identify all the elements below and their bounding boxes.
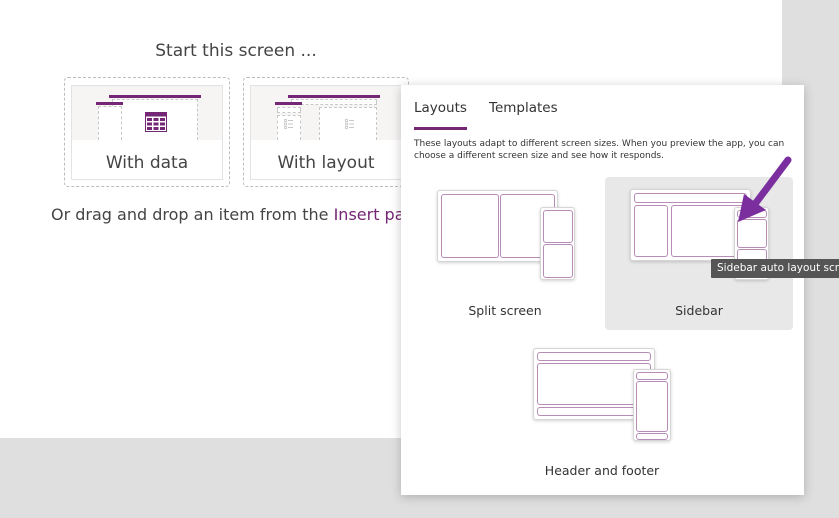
split-screen-mobile-preview — [540, 207, 575, 280]
layout-header-footer[interactable]: Header and footer — [509, 341, 695, 486]
table-icon — [145, 112, 167, 132]
list-icon — [345, 119, 354, 129]
with-layout-thumbnail — [251, 86, 401, 140]
with-data-option-frame: With data — [64, 77, 230, 187]
tab-layouts[interactable]: Layouts — [414, 100, 467, 130]
with-data-thumbnail — [72, 86, 222, 140]
start-screen-title: Start this screen ... — [155, 41, 317, 61]
tab-templates[interactable]: Templates — [489, 100, 558, 116]
annotation-arrow-icon — [738, 156, 792, 222]
with-data-label: With data — [105, 153, 189, 173]
with-layout-option-frame: With layout — [243, 77, 409, 187]
layout-split-screen[interactable]: Split screen — [414, 177, 596, 330]
split-screen-label: Split screen — [468, 303, 542, 318]
layout-icon — [284, 119, 293, 129]
new-screen-layout-flyout: Layouts Templates These layouts adapt to… — [401, 85, 804, 495]
header-footer-label: Header and footer — [544, 463, 660, 478]
sidebar-tooltip: Sidebar auto layout screen — [711, 259, 839, 278]
with-layout-label: With layout — [277, 153, 375, 173]
drag-drop-hint: Or drag and drop an item from the Insert… — [51, 205, 425, 224]
with-layout-button[interactable]: With layout — [250, 85, 402, 180]
header-footer-mobile-preview — [633, 369, 671, 441]
drag-drop-text: Or drag and drop an item from the — [51, 205, 334, 224]
with-data-button[interactable]: With data — [71, 85, 223, 180]
sidebar-label: Sidebar — [675, 303, 723, 318]
